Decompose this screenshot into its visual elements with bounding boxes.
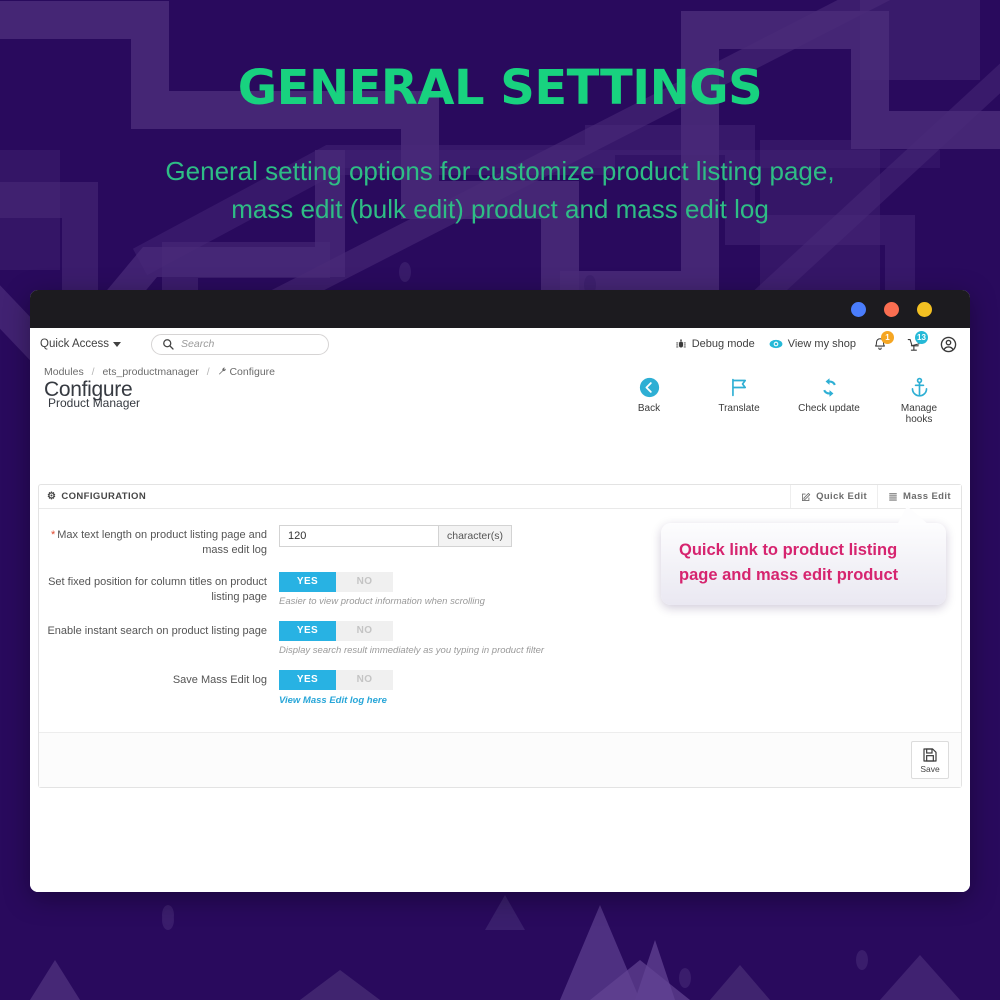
page-toolbar: Back Translate Check update Manage hooks	[618, 374, 950, 425]
search-input[interactable]: Search	[151, 333, 330, 355]
callout-tail	[897, 506, 929, 525]
save-mass-edit-log-label: Save Mass Edit log	[172, 674, 267, 686]
page-title-banner: GENERAL SETTINGS	[237, 60, 763, 116]
fixed-column-titles-label: Set fixed position for column titles on …	[48, 576, 267, 603]
search-icon	[163, 339, 174, 350]
wrench-icon	[218, 367, 226, 375]
panel-header-title: CONFIGURATION	[61, 491, 147, 502]
hero-section: GENERAL SETTINGS General setting options…	[0, 0, 1000, 290]
toolbar-translate-label: Translate	[718, 403, 760, 414]
form-row-save-mass-edit-log: Save Mass Edit log YES NO View Mass Edit…	[39, 670, 961, 708]
save-button-label: Save	[920, 763, 940, 774]
debug-mode-button[interactable]: Debug mode	[675, 338, 755, 350]
admin-page: Quick Access Search Debug mode View my s…	[30, 328, 970, 892]
max-text-length-label: Max text length on product listing page …	[57, 529, 267, 556]
panel-header-buttons: Quick Edit Mass Edit	[790, 485, 961, 508]
instant-search-toggle[interactable]: YES NO	[279, 621, 393, 641]
form-control: YES NO Display search result immediately…	[279, 621, 961, 656]
bug-icon	[675, 339, 686, 348]
instant-search-label: Enable instant search on product listing…	[47, 625, 267, 637]
pencil-square-icon	[802, 492, 811, 501]
form-label: * Max text length on product listing page…	[39, 525, 279, 558]
orders-badge: 13	[915, 331, 928, 344]
window-titlebar	[30, 290, 970, 328]
callout-line1: Quick link to product listing	[679, 541, 898, 559]
max-text-length-input[interactable]	[279, 525, 438, 547]
user-avatar-button[interactable]	[938, 334, 958, 354]
toolbar-translate-button[interactable]: Translate	[708, 374, 770, 425]
breadcrumb-separator: /	[91, 366, 95, 378]
notifications-badge: 1	[881, 331, 894, 344]
toolbar-manage-hooks-button[interactable]: Manage hooks	[888, 374, 950, 425]
window-dot-blue[interactable]	[851, 302, 866, 317]
toolbar-back-label: Back	[637, 403, 661, 414]
instant-search-hint: Display search result immediately as you…	[279, 645, 545, 656]
callout-tooltip: Quick link to product listing page and m…	[661, 506, 946, 605]
chevron-down-icon	[113, 341, 122, 347]
toggle-yes[interactable]: YES	[279, 670, 336, 690]
toolbar-check-update-button[interactable]: Check update	[798, 374, 860, 425]
panel-footer: Save	[39, 732, 961, 787]
hero-subtitle-line1: General setting options for customize pr…	[165, 156, 835, 186]
quick-access-dropdown[interactable]: Quick Access	[40, 338, 122, 350]
breadcrumb-item-ets-productmanager[interactable]: ets_productmanager	[102, 366, 198, 378]
view-my-shop-button[interactable]: View my shop	[769, 337, 856, 351]
user-account-icon	[940, 336, 956, 352]
callout-line2: page and mass edit product	[679, 566, 899, 584]
window-dot-yellow[interactable]	[917, 302, 932, 317]
hero-subtitle: General setting options for customize pr…	[0, 152, 1000, 228]
quick-edit-label: Quick Edit	[816, 491, 868, 502]
view-my-shop-label: View my shop	[787, 338, 856, 350]
toggle-yes[interactable]: YES	[279, 621, 336, 641]
flag-icon	[708, 374, 770, 400]
toggle-no[interactable]: NO	[336, 572, 393, 592]
toolbar-back-button[interactable]: Back	[618, 374, 680, 425]
search-placeholder: Search	[181, 338, 215, 350]
page-header: Configure Product Manager Back Translate…	[30, 377, 970, 430]
breadcrumb-item-modules[interactable]: Modules	[44, 366, 84, 378]
breadcrumb-separator: /	[206, 366, 210, 378]
notifications-bell-button[interactable]: 1	[870, 331, 894, 354]
required-asterisk: *	[50, 529, 56, 541]
orders-cart-button[interactable]: 13	[904, 331, 928, 354]
hero-subtitle-line2: mass edit (bulk edit) product and mass e…	[231, 194, 769, 224]
toggle-no[interactable]: NO	[336, 621, 393, 641]
list-icon	[889, 492, 897, 501]
breadcrumb-item-configure[interactable]: Configure	[229, 366, 275, 378]
quick-edit-button[interactable]: Quick Edit	[790, 485, 878, 508]
arrow-left-circle-icon	[618, 374, 680, 400]
panel-header: ⚙ CONFIGURATION Quick Edit Mass Edit	[39, 485, 961, 509]
gear-icon: ⚙	[47, 491, 57, 502]
save-mass-edit-log-toggle[interactable]: YES NO	[279, 670, 393, 690]
window-controls	[851, 302, 932, 317]
form-control: YES NO View Mass Edit log here	[279, 670, 961, 708]
toolbar-check-update-label: Check update	[798, 403, 860, 414]
view-mass-edit-log-link[interactable]: View Mass Edit log here	[279, 695, 387, 706]
header-right-actions: Debug mode View my shop 1 13	[675, 328, 958, 360]
toggle-no[interactable]: NO	[336, 670, 393, 690]
mass-edit-label: Mass Edit	[903, 491, 951, 502]
browser-window: Quick Access Search Debug mode View my s…	[30, 290, 970, 892]
max-text-length-addon: character(s)	[438, 525, 513, 547]
max-text-length-input-group: character(s)	[279, 525, 513, 547]
mass-edit-button[interactable]: Mass Edit	[877, 485, 961, 508]
eye-icon	[769, 339, 783, 349]
toolbar-manage-hooks-label: Manage hooks	[900, 403, 938, 425]
admin-header: Quick Access Search Debug mode View my s…	[30, 328, 970, 360]
floppy-disk-icon	[923, 747, 937, 762]
fixed-column-titles-toggle[interactable]: YES NO	[279, 572, 393, 592]
quick-access-label: Quick Access	[40, 338, 110, 350]
refresh-icon	[798, 374, 860, 400]
form-row-instant-search: Enable instant search on product listing…	[39, 621, 961, 656]
anchor-icon	[888, 374, 950, 400]
debug-mode-label: Debug mode	[691, 338, 755, 350]
save-button[interactable]: Save	[911, 741, 949, 779]
callout-text: Quick link to product listing page and m…	[679, 538, 928, 588]
toggle-yes[interactable]: YES	[279, 572, 336, 592]
window-dot-red[interactable]	[884, 302, 899, 317]
